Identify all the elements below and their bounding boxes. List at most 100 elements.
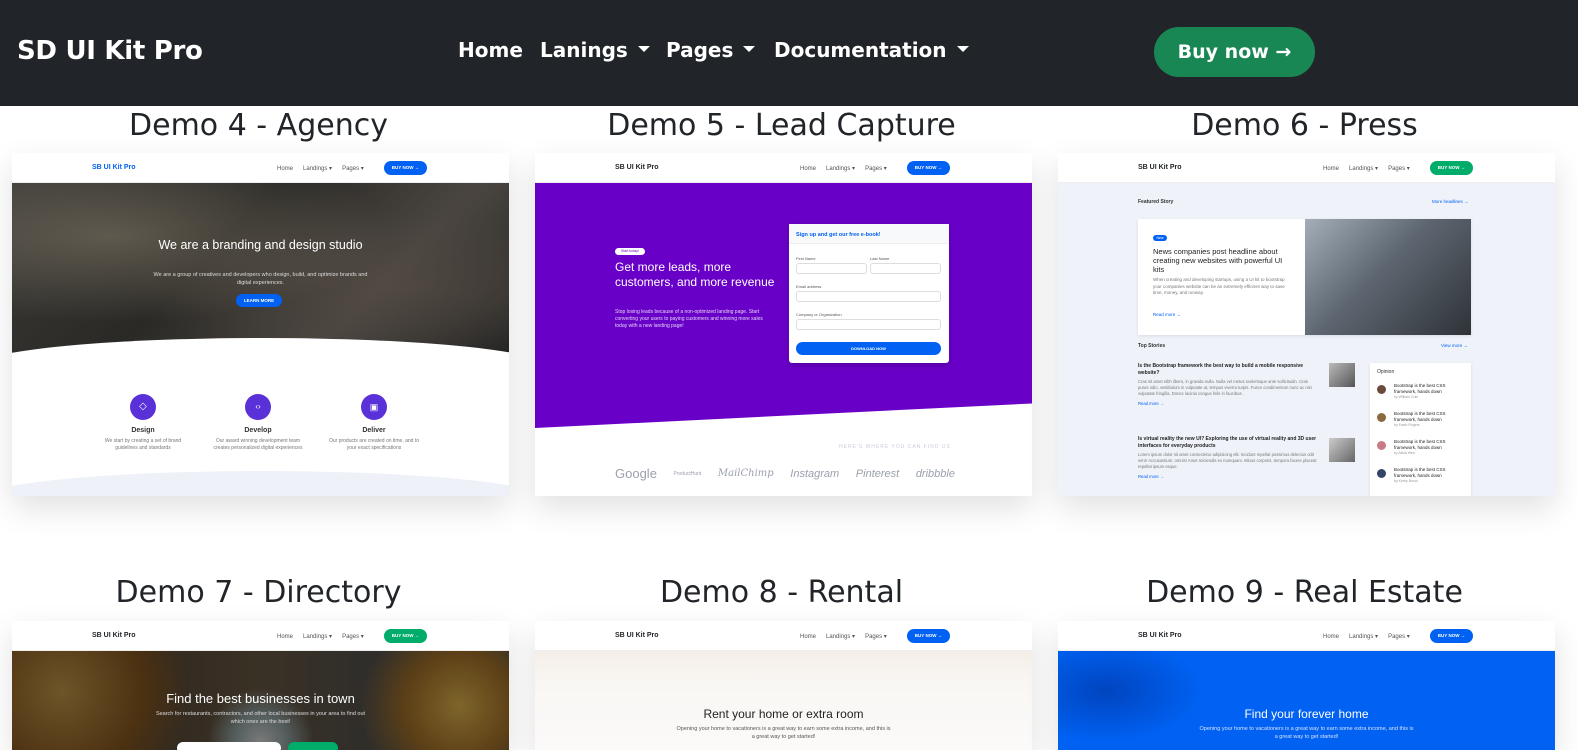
mini-links: Home Landings ▾ Pages ▾ [1323,165,1420,172]
mini-navbar: SB UI Kit Pro Home Landings ▾ Pages ▾ BUY … [12,621,509,651]
mini-buy-button: BUY NOW → [384,629,427,643]
read-more-link: Read more → [1138,401,1165,406]
demo-7-preview[interactable]: SB UI Kit Pro Home Landings ▾ Pages ▾ BUY … [12,621,509,750]
learn-more-button: LEARN MORE [236,294,282,307]
opinion-title: Bootstrap is the best CSS framework, han… [1394,439,1446,450]
first-name-label: First Name [796,256,816,261]
mini-links: Home Landings ▾ Pages ▾ [277,165,374,172]
feature-name: Deliver [362,427,386,434]
hero-subtitle: Opening your home to vacationers is a gr… [676,726,891,740]
truck-icon: ▣ [361,394,387,420]
mini-buy-button: BUY NOW → [907,161,950,175]
demo-4-preview[interactable]: SB UI Kit Pro Home Landings ▾ Pages ▾ BUY … [12,153,509,496]
read-more-link: Read more → [1153,312,1182,317]
droplet-icon: ◇ [130,394,156,420]
nav-pages[interactable]: Pages [666,38,756,62]
hero-title: Rent your home or extra room [703,707,864,721]
demo-5-title: Demo 5 - Lead Capture [607,108,956,143]
first-name-field [796,263,867,274]
hero-subtitle: We are a group of creatives and develope… [153,272,368,286]
demo-6-preview[interactable]: SB UI Kit Pro Home Landings ▾ Pages ▾ BUY … [1058,153,1555,496]
mini-link: Pages ▾ [1388,166,1410,172]
feature-desc: Our products are created on time, and to… [328,438,420,451]
mini-navbar: SB UI Kit Pro Home Landings ▾ Pages ▾ BUY … [12,153,509,183]
nav-lanings-label: Lanings [540,38,628,62]
form-title: Sign up and get our free e-book! [796,232,881,238]
brand-logo[interactable]: SD UI Kit Pro [17,36,203,66]
mini-links: Home Landings ▾ Pages ▾ [800,165,897,172]
hero-title: Find the best businesses in town [166,691,355,706]
nav-lanings[interactable]: Lanings [540,38,650,62]
feature-desc: We start by creating a set of brand guid… [104,438,182,451]
mini-brand: SB UI Kit Pro [1138,164,1182,171]
story-item-text: Lorem ipsum dolor sit amet consectetur a… [1138,452,1317,469]
nav-pages-label: Pages [666,38,734,62]
mini-link: Landings ▾ [303,634,333,640]
hero-subtitle: Stop losing leads because of a non-optim… [615,309,763,329]
hero-title: We are a branding and design studio [158,238,363,252]
caret-down-icon [956,45,969,52]
story-thumbnail [1329,363,1355,387]
nav-documentation[interactable]: Documentation [774,38,969,62]
mini-buy-button: BUY NOW → [1430,161,1473,175]
opinion-author: by William Cole [1394,395,1419,399]
mini-link: Pages ▾ [865,634,887,640]
mini-navbar: SB UI Kit Pro Home Landings ▾ Pages ▾ BUY … [535,621,1032,651]
mini-link: Pages ▾ [342,634,364,640]
feature-name: Develop [244,427,272,434]
opinion-title: Bootstrap is the best CSS framework, han… [1394,467,1446,478]
mini-brand: SB UI Kit Pro [92,632,136,639]
demo-4-title: Demo 4 - Agency [129,108,388,143]
story-item-title: Is the Bootstrap framework the best way … [1138,363,1304,376]
nav-home[interactable]: Home [458,38,523,62]
more-headlines-link: More headlines → [1432,199,1469,204]
demo-7-title: Demo 7 - Directory [115,575,402,610]
mini-link: Landings ▾ [826,166,856,172]
mini-link: Landings ▾ [1349,634,1379,640]
buy-now-button[interactable]: Buy now → [1154,27,1315,77]
code-icon: ‹› [245,394,271,420]
footer-curve [12,471,509,496]
feature-desc: Our award winning development team creat… [213,438,303,451]
hero-curve [12,338,509,398]
mini-link: Pages ▾ [342,166,364,172]
find-us-label: HERE'S WHERE YOU CAN FIND US [839,444,951,450]
mini-brand: SB UI Kit Pro [615,632,659,639]
mini-links: Home Landings ▾ Pages ▾ [1323,633,1420,640]
mini-link: Home [800,634,817,640]
opinion-author: by Kerby Brook [1394,479,1418,483]
read-more-link: Read more → [1138,474,1165,479]
hero-subtitle: Opening your home to vacationers is a gr… [1199,726,1414,740]
opinion-item: Bootstrap is the best CSS framework, han… [1377,411,1465,427]
company-label: Company or Organization [796,312,842,317]
hero-subtitle: Search for restaurants, contractors, and… [155,711,366,725]
opinion-item: Bootstrap is the best CSS framework, han… [1377,383,1465,399]
avatar [1377,469,1386,478]
demo-8-title: Demo 8 - Rental [659,575,904,610]
start-today-badge: Start today! [615,248,645,255]
mailchimp-logo: MailChimp [717,468,774,479]
mini-buy-button: BUY NOW → [1430,629,1473,643]
demo-8-preview[interactable]: SB UI Kit Pro Home Landings ▾ Pages ▾ BUY … [535,621,1032,750]
last-name-label: Last Name [870,256,890,261]
search-button [288,742,338,750]
opinion-label: Opinion [1377,369,1395,375]
story-text: When creating and developing startups, u… [1153,277,1285,295]
demo-5-preview[interactable]: SB UI Kit Pro Home Landings ▾ Pages ▾ BUY … [535,153,1032,496]
avatar [1377,441,1386,450]
story-item: Is the Bootstrap framework the best way … [1138,363,1318,406]
caret-down-icon [743,45,756,52]
demo-9-preview[interactable]: SB UI Kit Pro Home Landings ▾ Pages ▾ BUY … [1058,621,1555,750]
mini-buy-button: BUY NOW → [907,629,950,643]
featured-story-label: Featured Story [1138,199,1174,205]
company-field [796,319,941,330]
hero-title: Find your forever home [1244,707,1369,721]
story-item: Is virtual reality the new UI? Exploring… [1138,436,1318,479]
signup-form-card: Sign up and get our free e-book! First N… [789,224,949,363]
pinterest-logo: Pinterest [855,467,900,480]
last-name-field [870,263,941,274]
mini-navbar: SB UI Kit Pro Home Landings ▾ Pages ▾ BUY … [535,153,1032,183]
mini-brand: SB UI Kit Pro [615,164,659,171]
download-now-button: DOWNLOAD NOW [796,342,941,355]
mini-navbar: SB UI Kit Pro Home Landings ▾ Pages ▾ BUY … [1058,153,1555,183]
